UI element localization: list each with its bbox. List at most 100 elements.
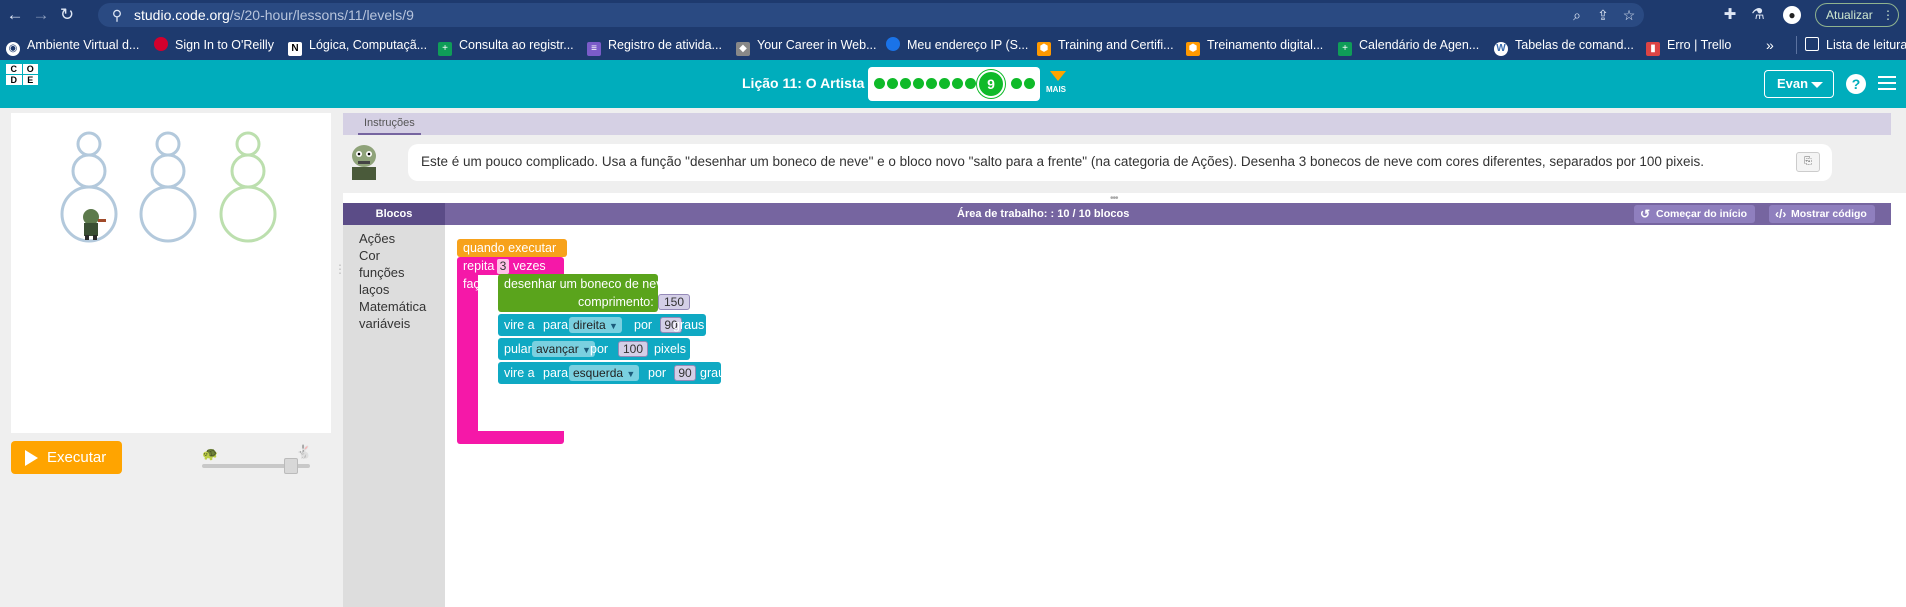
length-value-field[interactable]: 150 [658, 294, 690, 310]
bookmark-item[interactable]: + Consulta ao registr... [438, 36, 574, 56]
level-dot[interactable] [965, 78, 976, 89]
bookmark-item[interactable]: + Calendário de Agen... [1338, 36, 1479, 56]
degrees-label: graus [673, 318, 705, 332]
lesson-title[interactable]: Lição 11: O Artista 3 [742, 75, 876, 91]
zombie-artist-icon [83, 209, 106, 240]
url-text: studio.code.org/s/20-hour/lessons/11/lev… [134, 7, 414, 23]
help-icon[interactable]: ? [1846, 74, 1866, 94]
zoom-icon[interactable]: ⌕ [1568, 6, 1586, 24]
code-org-header: C O D E Lição 11: O Artista 3 9 MAIS Eva… [0, 60, 1906, 108]
bookmark-item[interactable]: ▮ Erro | Trello [1646, 36, 1731, 56]
level-dot[interactable] [939, 78, 950, 89]
forward-icon[interactable]: → [30, 4, 52, 26]
blockly-workspace[interactable]: quando executar repita 3 vezes faça dese… [445, 225, 1891, 607]
bookmark-item[interactable]: N Lógica, Computaçã... [288, 36, 427, 56]
reading-list-icon [1805, 37, 1819, 51]
bookmark-item[interactable]: ⬢ Training and Certifi... [1037, 36, 1174, 56]
bookmark-item[interactable]: ⬢ Treinamento digital... [1186, 36, 1323, 56]
oreilly-icon [154, 37, 168, 51]
tab-instructions[interactable]: Instruções [358, 117, 421, 135]
reading-list[interactable]: Lista de leitura [1796, 36, 1906, 54]
when-run-label: quando executar [463, 241, 557, 255]
wordpress-icon: W [1494, 42, 1508, 56]
jump-label: pular [504, 342, 532, 356]
extensions-icon[interactable]: ✚ [1720, 5, 1740, 25]
artist-canvas [11, 113, 331, 433]
bookmark-item[interactable]: ≡ Registro de ativida... [587, 36, 722, 56]
more-label[interactable]: MAIS [1046, 85, 1066, 94]
panel-splitter-icon[interactable]: ⋮ [334, 262, 346, 276]
level-progress: 9 [868, 67, 1040, 101]
level-dot[interactable] [874, 78, 885, 89]
level-dot[interactable] [900, 78, 911, 89]
current-level-dot[interactable]: 9 [977, 70, 1005, 98]
turtle-slow-icon: 🐢 [202, 446, 219, 461]
bookmarks-overflow[interactable]: » [1766, 36, 1774, 54]
category-color[interactable]: Cor [359, 248, 380, 263]
repeat-label: repita [463, 259, 495, 273]
start-over-button[interactable]: ↺ Começar do início [1634, 205, 1756, 223]
direction-value: direita [573, 318, 606, 332]
jump-direction-dropdown[interactable]: avançar ▼ [532, 341, 595, 357]
bookmark-star-icon[interactable]: ☆ [1620, 6, 1638, 24]
level-dot[interactable] [887, 78, 898, 89]
turn-left-block[interactable]: vire a para esquerda ▼ por 90 [498, 362, 721, 384]
share-icon[interactable]: ⇪ [1594, 6, 1612, 24]
workspace-title: Área de trabalho: : 10 / 10 blocos [957, 208, 1130, 220]
dropdown-arrow-icon: ▼ [609, 321, 618, 331]
level-dot[interactable] [1011, 78, 1022, 89]
jump-distance-field[interactable]: 100 [618, 341, 648, 357]
bookmark-item[interactable]: ◉ Ambiente Virtual d... [6, 36, 139, 56]
update-button[interactable]: Atualizar ⋮ [1815, 3, 1899, 27]
speed-slider-thumb[interactable] [284, 458, 298, 474]
trello-icon: ▮ [1646, 42, 1660, 56]
reload-icon[interactable]: ↻ [56, 4, 78, 26]
draw-snowman-label: desenhar um boneco de neve [504, 277, 670, 291]
ip-icon [886, 37, 900, 51]
code-org-logo[interactable]: C O D E [6, 64, 38, 96]
level-dot[interactable] [913, 78, 924, 89]
when-run-block[interactable]: quando executar [457, 239, 567, 257]
bookmark-item[interactable]: W Tabelas de comand... [1494, 36, 1634, 56]
site-info-icon[interactable]: ⚲ [108, 6, 126, 24]
by-label: por [634, 318, 653, 332]
direction-dropdown[interactable]: esquerda ▼ [569, 365, 640, 381]
more-arrow-icon[interactable] [1050, 71, 1066, 81]
user-menu-button[interactable]: Evan [1764, 70, 1834, 98]
profile-avatar-icon[interactable]: ● [1783, 6, 1801, 24]
level-dot[interactable] [1024, 78, 1035, 89]
repeat-count-field[interactable]: 3 [497, 259, 509, 274]
logo-letter: C [6, 64, 22, 74]
snowman-2 [139, 131, 197, 243]
category-variables[interactable]: variáveis [359, 316, 410, 331]
category-actions[interactable]: Ações [359, 231, 395, 246]
show-code-button[interactable]: ‹/› Mostrar código [1769, 205, 1875, 223]
jump-forward-block[interactable]: pular avançar ▼ por 100 pixels [498, 338, 690, 360]
owl-icon: ◆ [736, 42, 750, 56]
bookmark-item[interactable]: ◆ Your Career in Web... [736, 36, 877, 56]
hamburger-menu-icon[interactable] [1878, 76, 1896, 91]
category-math[interactable]: Matemática [359, 299, 426, 314]
level-dot[interactable] [952, 78, 963, 89]
by-label: por [590, 342, 609, 356]
category-loops[interactable]: laços [359, 282, 389, 297]
direction-dropdown[interactable]: direita ▼ [569, 317, 622, 333]
angle-field[interactable]: 90 [674, 365, 696, 381]
address-bar[interactable]: ⚲ studio.code.org/s/20-hour/lessons/11/l… [98, 3, 1644, 27]
bookmark-item[interactable]: Sign In to O'Reilly [154, 36, 274, 54]
draw-snowman-block[interactable]: desenhar um boneco de neve comprimento: [498, 274, 669, 312]
category-functions[interactable]: funções [359, 265, 405, 280]
toggle-instructions-icon[interactable]: ⎘ [1796, 152, 1820, 172]
aws-icon: ⬢ [1186, 42, 1200, 56]
back-icon[interactable]: ← [4, 4, 26, 26]
level-dot[interactable] [926, 78, 937, 89]
length-label: comprimento: [578, 295, 654, 309]
labs-icon[interactable]: ⚗ [1748, 5, 1768, 25]
bookmark-item[interactable]: Meu endereço IP (S... [886, 36, 1028, 54]
instructions-bubble: Este é um pouco complicado. Usa a função… [408, 144, 1832, 181]
degrees-label: graus [700, 366, 732, 380]
run-button[interactable]: Executar [11, 441, 122, 474]
direction-value: esquerda [573, 366, 624, 380]
reset-icon: ↺ [1640, 207, 1651, 221]
toolbox: Ações Cor funções laços Matemática variá… [343, 225, 445, 607]
